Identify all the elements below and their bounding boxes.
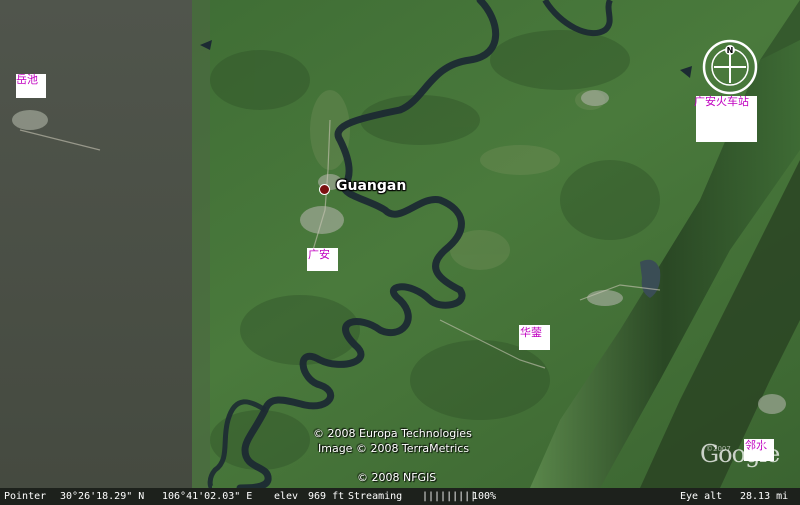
- label-guangan[interactable]: 广安: [308, 249, 330, 261]
- pointer-longitude: 106°41'02.03" E: [162, 491, 253, 502]
- map-view[interactable]: N Guangan 岳池 广安火车站 广安 华蓥 邻水 © 2008 Europ…: [0, 0, 800, 505]
- streaming-label: Streaming: [348, 491, 403, 502]
- elev-value: 969 ft: [308, 491, 345, 502]
- eye-alt-value: 28.13 mi: [740, 491, 789, 502]
- credit-europa: © 2008 Europa Technologies: [313, 427, 472, 440]
- compass-icon[interactable]: N: [700, 37, 760, 97]
- status-bar: Pointer 30°26'18.29" N 106°41'02.03" E e…: [0, 488, 800, 505]
- elev-label: elev: [274, 491, 299, 502]
- label-huaying[interactable]: 华蓥: [520, 327, 542, 339]
- place-name-guangan[interactable]: Guangan: [336, 178, 406, 194]
- credit-nfgis: © 2008 NFGIS: [357, 471, 437, 484]
- compass-north-letter: N: [727, 46, 734, 55]
- streaming-bar: |||||||||: [422, 491, 477, 502]
- label-guangan-station[interactable]: 广安火车站: [694, 96, 749, 108]
- pointer-label: Pointer: [4, 491, 47, 502]
- google-logo-year: ©2007: [706, 445, 731, 453]
- place-marker-icon[interactable]: [319, 184, 330, 195]
- streaming-percent: 100%: [472, 491, 497, 502]
- eye-alt-label: Eye alt: [680, 491, 723, 502]
- credit-terrametrics: Image © 2008 TerraMetrics: [318, 442, 470, 455]
- label-yuechi[interactable]: 岳池: [16, 74, 38, 86]
- pointer-latitude: 30°26'18.29" N: [60, 491, 145, 502]
